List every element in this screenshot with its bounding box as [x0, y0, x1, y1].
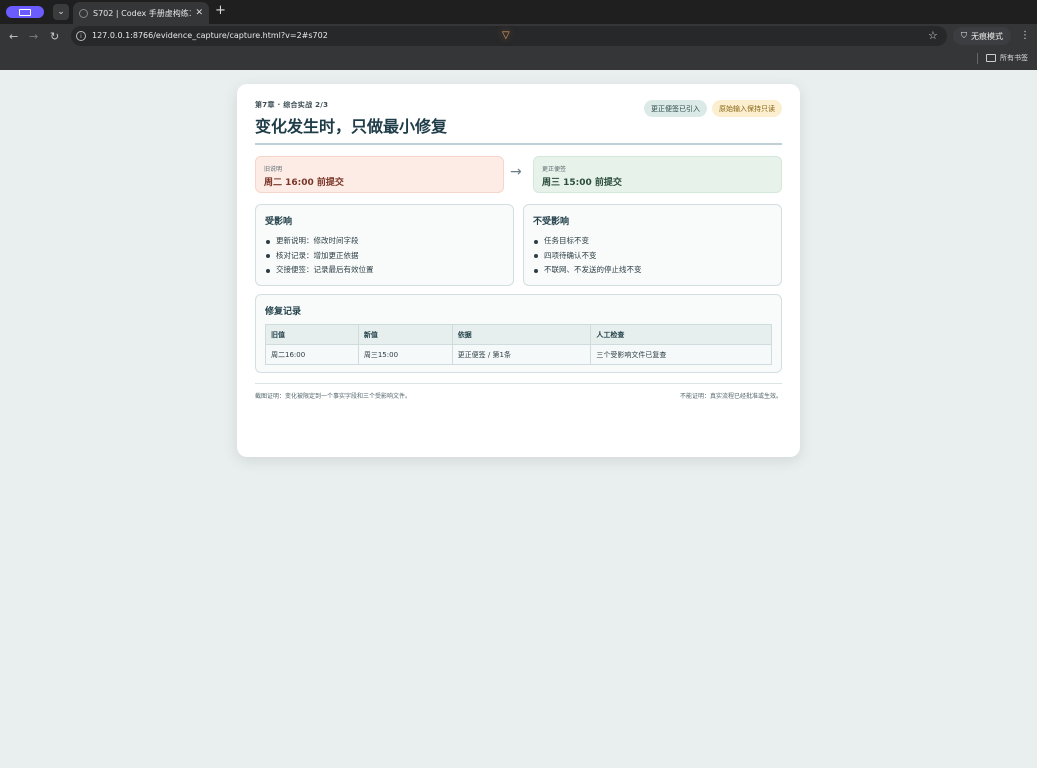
unaffected-list: 任务目标不变 四项待确认不变 不联网、不发送的停止线不变 — [533, 234, 772, 278]
column-header: 依据 — [451, 324, 592, 345]
profile-icon[interactable] — [6, 6, 44, 18]
incognito-indicator[interactable]: ⛉ 无痕模式 — [953, 27, 1011, 45]
status-badge-correction: 更正便签已引入 — [644, 100, 707, 117]
list-item: 更新说明：修改时间字段 — [265, 234, 504, 249]
list-item: 四项待确认不变 — [533, 249, 772, 264]
tab-strip: ⌄ S702 | Codex 手册虚构练习产 ✕ + — [0, 0, 1037, 24]
title-divider — [255, 143, 782, 145]
list-item: 核对记录：增加更正依据 — [265, 249, 504, 264]
tab-active[interactable]: S702 | Codex 手册虚构练习产 ✕ — [73, 2, 209, 24]
correction-box: 更正便签 周三 15:00 前提交 — [533, 156, 782, 193]
correction-value: 周三 15:00 前提交 — [542, 178, 622, 188]
footer-not-proves: 不能证明：真实流程已经批准或生效。 — [679, 393, 782, 400]
back-icon[interactable]: ← — [9, 30, 18, 43]
new-tab-button[interactable]: + — [215, 3, 226, 18]
tab-close-icon[interactable]: ✕ — [195, 8, 203, 18]
page-title: 变化发生时，只做最小修复 — [255, 117, 448, 136]
footer-divider — [255, 383, 782, 384]
table-header-row: 旧值 新值 依据 人工检查 — [265, 324, 772, 345]
incognito-label: 无痕模式 — [971, 31, 1003, 41]
all-bookmarks-label: 所有书签 — [1000, 54, 1028, 62]
table-cell: 更正便签 / 第1条 — [451, 344, 592, 365]
content-card: 第7章 · 综合实战 2/3 变化发生时，只做最小修复 更正便签已引入 原始输入… — [237, 84, 800, 457]
site-info-icon[interactable]: i — [76, 31, 86, 41]
menu-icon[interactable]: ⋮ — [1020, 30, 1030, 41]
bookmarks-divider — [977, 53, 978, 64]
incognito-icon: ⛉ — [961, 31, 967, 40]
chapter-eyebrow: 第7章 · 综合实战 2/3 — [255, 101, 329, 109]
list-item: 不联网、不发送的停止线不变 — [533, 263, 772, 278]
forward-icon[interactable]: → — [29, 30, 38, 43]
extension-icon[interactable]: ▽ — [502, 30, 510, 41]
correction-label: 更正便签 — [542, 166, 567, 173]
column-header: 旧值 — [265, 324, 359, 345]
reload-icon[interactable]: ↻ — [50, 30, 59, 43]
column-header: 新值 — [357, 324, 453, 345]
bookmarks-bar — [0, 48, 1037, 70]
unaffected-title: 不受影响 — [533, 217, 570, 227]
table-row: 周二16:00 周三15:00 更正便签 / 第1条 三个受影响文件已复查 — [265, 344, 772, 365]
all-bookmarks-button[interactable]: 所有书签 — [986, 53, 1028, 63]
arrow-right-icon: → — [510, 164, 522, 180]
repair-log-table: 旧值 新值 依据 人工检查 周二16:00 周三15:00 更正便签 / 第1条… — [265, 324, 772, 365]
tab-title: S702 | Codex 手册虚构练习产 — [93, 8, 191, 18]
unaffected-panel: 不受影响 任务目标不变 四项待确认不变 不联网、不发送的停止线不变 — [523, 204, 782, 286]
table-cell: 三个受影响文件已复查 — [590, 344, 772, 365]
affected-panel: 受影响 更新说明：修改时间字段 核对记录：增加更正依据 交接便签：记录最后有效位… — [255, 204, 514, 286]
column-header: 人工检查 — [590, 324, 772, 345]
star-icon[interactable]: ☆ — [928, 29, 938, 42]
list-item: 任务目标不变 — [533, 234, 772, 249]
affected-list: 更新说明：修改时间字段 核对记录：增加更正依据 交接便签：记录最后有效位置 — [265, 234, 504, 278]
status-badges: 更正便签已引入 原始输入保持只读 — [644, 100, 782, 117]
url-text[interactable]: 127.0.0.1:8766/evidence_capture/capture.… — [92, 31, 328, 40]
old-instruction-box: 旧说明 周二 16:00 前提交 — [255, 156, 504, 193]
list-item: 交接便签：记录最后有效位置 — [265, 263, 504, 278]
repair-log: 修复记录 旧值 新值 依据 人工检查 周二16:00 周三15:00 更正便签 … — [255, 294, 782, 373]
footer-proves: 截图证明：变化被限定到一个事实字段和三个受影响文件。 — [255, 393, 412, 400]
status-badge-readonly: 原始输入保持只读 — [712, 100, 782, 117]
table-cell: 周二16:00 — [265, 344, 359, 365]
folder-icon — [986, 54, 996, 62]
tab-favicon-icon — [79, 8, 88, 18]
old-instruction-label: 旧说明 — [264, 166, 283, 173]
old-instruction-value: 周二 16:00 前提交 — [264, 178, 344, 188]
repair-log-title: 修复记录 — [265, 307, 302, 317]
tab-dropdown-icon[interactable]: ⌄ — [53, 4, 69, 20]
table-cell: 周三15:00 — [357, 344, 453, 365]
affected-title: 受影响 — [265, 217, 293, 227]
